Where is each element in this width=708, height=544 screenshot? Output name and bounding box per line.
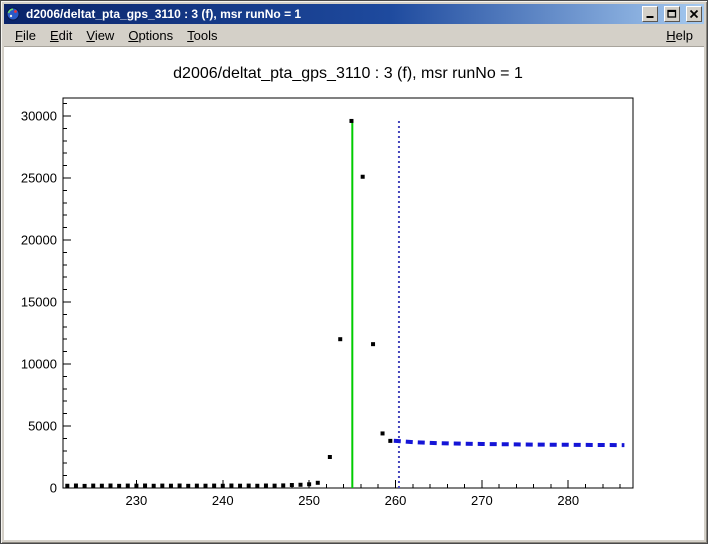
svg-text:5000: 5000 bbox=[28, 418, 57, 433]
menu-edit[interactable]: Edit bbox=[43, 26, 79, 45]
svg-text:25000: 25000 bbox=[21, 170, 57, 185]
svg-text:260: 260 bbox=[385, 493, 407, 508]
minimize-button[interactable] bbox=[642, 6, 658, 22]
svg-text:240: 240 bbox=[212, 493, 234, 508]
axis-labels: 230 240 250 260 270 280 0 5000 10000 15000 20000 25… bbox=[21, 108, 579, 508]
svg-text:0: 0 bbox=[50, 481, 57, 496]
plot-title: d2006/deltat_pta_gps_3110 : 3 (f), msr r… bbox=[173, 65, 523, 82]
svg-text:230: 230 bbox=[126, 493, 148, 508]
theory-line bbox=[394, 441, 625, 445]
axes-ticks bbox=[63, 104, 620, 488]
menu-file[interactable]: File bbox=[8, 26, 43, 45]
svg-text:270: 270 bbox=[471, 493, 493, 508]
menu-help[interactable]: Help bbox=[659, 26, 700, 45]
window-title: d2006/deltat_pta_gps_3110 : 3 (f), msr r… bbox=[24, 7, 636, 21]
plot-svg: d2006/deltat_pta_gps_3110 : 3 (f), msr r… bbox=[4, 47, 704, 540]
app-icon bbox=[6, 7, 20, 21]
menu-options[interactable]: Options bbox=[121, 26, 180, 45]
svg-text:20000: 20000 bbox=[21, 232, 57, 247]
menu-tools[interactable]: Tools bbox=[180, 26, 224, 45]
close-icon bbox=[689, 7, 699, 22]
histogram-series bbox=[65, 119, 392, 488]
maximize-icon bbox=[667, 7, 677, 22]
svg-text:280: 280 bbox=[557, 493, 579, 508]
close-button[interactable] bbox=[686, 6, 702, 22]
menu-right: Help bbox=[659, 26, 700, 45]
menubar: FileEditViewOptionsTools Help bbox=[4, 24, 704, 47]
menu-left: FileEditViewOptionsTools bbox=[8, 26, 225, 45]
titlebar[interactable]: d2006/deltat_pta_gps_3110 : 3 (f), msr r… bbox=[4, 4, 704, 24]
window: d2006/deltat_pta_gps_3110 : 3 (f), msr r… bbox=[0, 0, 708, 544]
root-canvas[interactable]: d2006/deltat_pta_gps_3110 : 3 (f), msr r… bbox=[4, 47, 704, 540]
svg-text:250: 250 bbox=[298, 493, 320, 508]
svg-text:10000: 10000 bbox=[21, 356, 57, 371]
plot-frame bbox=[63, 98, 633, 488]
minimize-icon bbox=[645, 7, 655, 22]
maximize-button[interactable] bbox=[664, 6, 680, 22]
menu-view[interactable]: View bbox=[79, 26, 121, 45]
svg-text:30000: 30000 bbox=[21, 108, 57, 123]
svg-text:15000: 15000 bbox=[21, 294, 57, 309]
